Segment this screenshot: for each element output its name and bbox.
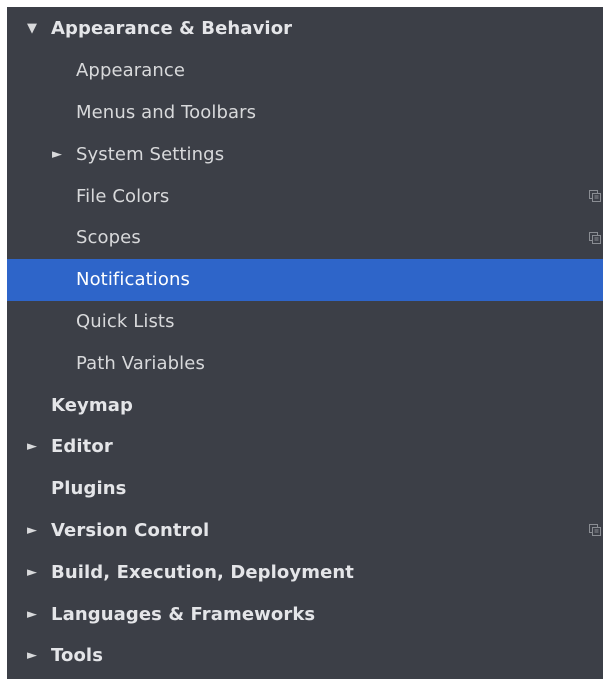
settings-tree: ▼ Appearance & Behavior Appearance Menus… [7,7,603,677]
tree-item-appearance-behavior[interactable]: ▼ Appearance & Behavior [7,8,603,50]
tree-item-build-execution-deployment[interactable]: ► Build, Execution, Deployment [7,551,603,593]
tree-item-appearance[interactable]: Appearance [7,50,603,92]
tree-item-label: Version Control [51,519,210,541]
tree-item-path-variables[interactable]: Path Variables [7,342,603,384]
tree-item-label: Build, Execution, Deployment [51,561,355,583]
tree-item-label: File Colors [76,185,170,207]
tree-item-label: Quick Lists [76,310,175,332]
tree-item-notifications[interactable]: Notifications [7,258,603,301]
tree-item-label: Languages & Frameworks [51,603,316,625]
tree-item-label: Menus and Toolbars [76,101,257,123]
copy-icon [589,190,601,203]
tree-item-label: Plugins [51,478,127,500]
settings-tree-panel: ▼ Appearance & Behavior Appearance Menus… [7,7,603,679]
chevron-right-icon[interactable]: ► [27,524,37,537]
copy-icon [589,524,601,537]
tree-item-quick-lists[interactable]: Quick Lists [7,301,603,343]
tree-item-keymap[interactable]: Keymap [7,384,603,426]
tree-item-scopes[interactable]: Scopes [7,217,603,259]
tree-item-label: Notifications [76,269,190,291]
tree-item-label: Appearance & Behavior [51,18,293,40]
chevron-right-icon[interactable]: ► [27,566,37,579]
tree-item-label: Path Variables [76,352,205,374]
tree-item-languages-frameworks[interactable]: ► Languages & Frameworks [7,593,603,635]
tree-item-version-control[interactable]: ► Version Control [7,510,603,552]
chevron-right-icon[interactable]: ► [27,649,37,662]
tree-item-system-settings[interactable]: ► System Settings [7,133,603,175]
chevron-down-icon[interactable]: ▼ [27,22,37,35]
tree-item-menus-and-toolbars[interactable]: Menus and Toolbars [7,92,603,134]
chevron-right-icon[interactable]: ► [27,440,37,453]
tree-item-editor[interactable]: ► Editor [7,426,603,468]
tree-item-label: Scopes [76,227,141,249]
copy-icon [589,231,601,244]
chevron-right-icon[interactable]: ► [52,148,62,161]
tree-item-label: Editor [51,436,113,458]
tree-item-plugins[interactable]: Plugins [7,468,603,510]
chevron-right-icon[interactable]: ► [27,608,37,621]
tree-item-label: System Settings [76,143,225,165]
tree-item-file-colors[interactable]: File Colors [7,175,603,217]
tree-item-label: Appearance [76,60,186,82]
tree-item-label: Tools [51,645,104,667]
tree-item-label: Keymap [51,394,133,416]
tree-item-tools[interactable]: ► Tools [7,635,603,677]
